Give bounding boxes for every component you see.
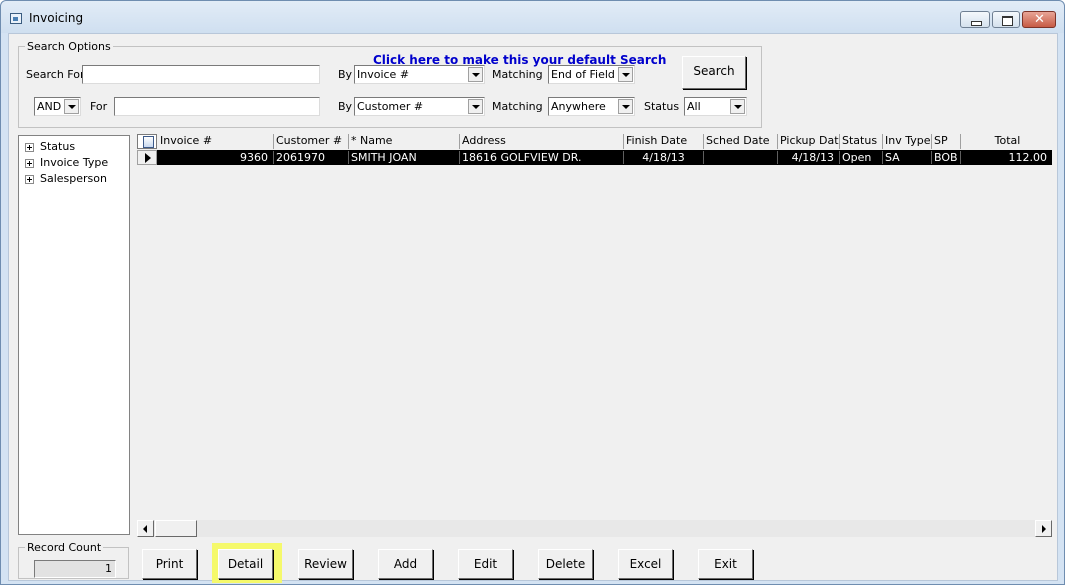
invoice-grid: Invoice # Customer # * Name Address Fini… [137, 134, 1052, 537]
col-total[interactable]: Total [961, 134, 1052, 149]
by-select-1[interactable]: Invoice # [354, 65, 485, 84]
for-label: For [90, 100, 108, 113]
print-button-label: Print [155, 557, 184, 571]
col-inv-type[interactable]: Inv Type [883, 134, 932, 149]
matching-select-1-value: End of Field [551, 68, 615, 81]
by-select-2-value: Customer # [357, 100, 424, 113]
edit-button-label: Edit [473, 557, 498, 571]
exit-button-label: Exit [714, 557, 737, 571]
detail-button-label: Detail [227, 557, 264, 571]
scroll-left-icon[interactable] [137, 520, 154, 537]
scroll-thumb[interactable] [155, 520, 197, 537]
add-button-label: Add [393, 557, 418, 571]
chevron-down-icon[interactable] [64, 99, 79, 114]
col-status[interactable]: Status [840, 134, 883, 149]
matching-select-2-value: Anywhere [551, 100, 606, 113]
delete-button-label: Delete [545, 557, 586, 571]
search-for-input[interactable] [82, 65, 320, 84]
col-name[interactable]: * Name [349, 134, 460, 149]
cell-total: 112.00 [1008, 151, 1048, 164]
delete-button[interactable]: Delete [538, 549, 593, 579]
table-row[interactable]: 9360 2061970 SMITH JOAN 18616 GOLFVIEW D… [137, 150, 1052, 165]
row-selector-icon[interactable] [137, 150, 157, 165]
status-label: Status [644, 100, 680, 113]
tree-item-label: Status [40, 140, 76, 153]
cell-inv-type: SA [883, 151, 932, 164]
col-customer[interactable]: Customer # [274, 134, 349, 149]
close-button[interactable]: ✕ [1022, 11, 1056, 28]
window-title: Invoicing [29, 11, 84, 25]
review-button[interactable]: Review [298, 549, 353, 579]
col-finish-date[interactable]: Finish Date [624, 134, 704, 149]
conjunction-select[interactable]: AND [34, 97, 81, 116]
edit-button[interactable]: Edit [458, 549, 513, 579]
cell-pickup-date: 4/18/13 [778, 151, 840, 164]
cell-sp: BOB [932, 151, 961, 164]
for-input[interactable] [114, 97, 320, 116]
search-button[interactable]: Search [682, 56, 746, 89]
title-bar[interactable]: Invoicing ✕ [1, 1, 1064, 33]
cell-status: Open [840, 151, 883, 164]
search-for-label: Search For [26, 68, 85, 81]
matching-select-1[interactable]: End of Field [548, 65, 635, 84]
horizontal-scrollbar[interactable] [137, 520, 1052, 537]
record-count-group: Record Count 1 [18, 541, 129, 579]
scroll-right-icon[interactable] [1035, 520, 1052, 537]
cell-name: SMITH JOAN [349, 151, 460, 164]
expand-icon[interactable] [25, 159, 34, 168]
status-select[interactable]: All [684, 97, 747, 116]
status-select-value: All [687, 100, 701, 113]
by-select-1-value: Invoice # [357, 68, 410, 81]
client-area: Search Options Click here to make this y… [8, 33, 1058, 583]
col-sp[interactable]: SP [932, 134, 961, 149]
search-options-group: Search Options Click here to make this y… [18, 40, 762, 128]
review-button-label: Review [304, 557, 347, 571]
cell-finish-date: 4/18/13 [624, 151, 704, 164]
by-label-2: By [338, 100, 353, 113]
chevron-down-icon[interactable] [730, 99, 745, 114]
filter-tree: Status Invoice Type Salesperson [18, 135, 130, 535]
close-icon: ✕ [1034, 12, 1045, 27]
col-address[interactable]: Address [460, 134, 624, 149]
chevron-down-icon[interactable] [468, 67, 483, 82]
conjunction-value: AND [37, 100, 62, 113]
detail-button[interactable]: Detail [218, 549, 273, 579]
col-sched-date[interactable]: Sched Date [704, 134, 778, 149]
minimize-button[interactable] [960, 11, 990, 28]
cell-customer: 2061970 [274, 151, 349, 164]
cell-invoice: 9360 [158, 151, 274, 164]
record-count-value: 1 [34, 560, 116, 578]
search-button-label: Search [693, 64, 735, 78]
chevron-down-icon[interactable] [618, 99, 633, 114]
search-options-label: Search Options [25, 40, 113, 53]
matching-select-2[interactable]: Anywhere [548, 97, 635, 116]
col-invoice[interactable]: Invoice # [158, 134, 274, 149]
maximize-button[interactable] [992, 11, 1020, 28]
exit-button[interactable]: Exit [698, 549, 753, 579]
expand-icon[interactable] [25, 175, 34, 184]
app-icon [10, 13, 22, 24]
excel-button[interactable]: Excel [618, 549, 673, 579]
tree-item-label: Invoice Type [40, 156, 109, 169]
matching-label-1: Matching [492, 68, 543, 81]
cell-address: 18616 GOLFVIEW DR. [460, 151, 624, 164]
chevron-down-icon[interactable] [618, 67, 633, 82]
edit-layout-icon[interactable] [137, 134, 157, 149]
print-button[interactable]: Print [142, 549, 197, 579]
col-pickup-date[interactable]: Pickup Date [778, 134, 840, 149]
invoicing-window: Invoicing ✕ Search Options Click here to… [0, 0, 1065, 585]
record-count-label: Record Count [25, 541, 104, 554]
cell-sched-date [704, 151, 778, 164]
chevron-down-icon[interactable] [468, 99, 483, 114]
by-label-1: By [338, 68, 353, 81]
add-button[interactable]: Add [378, 549, 433, 579]
excel-button-label: Excel [629, 557, 662, 571]
grid-header: Invoice # Customer # * Name Address Fini… [137, 134, 1052, 149]
expand-icon[interactable] [25, 143, 34, 152]
by-select-2[interactable]: Customer # [354, 97, 485, 116]
matching-label-2: Matching [492, 100, 543, 113]
tree-item-label: Salesperson [40, 172, 107, 185]
